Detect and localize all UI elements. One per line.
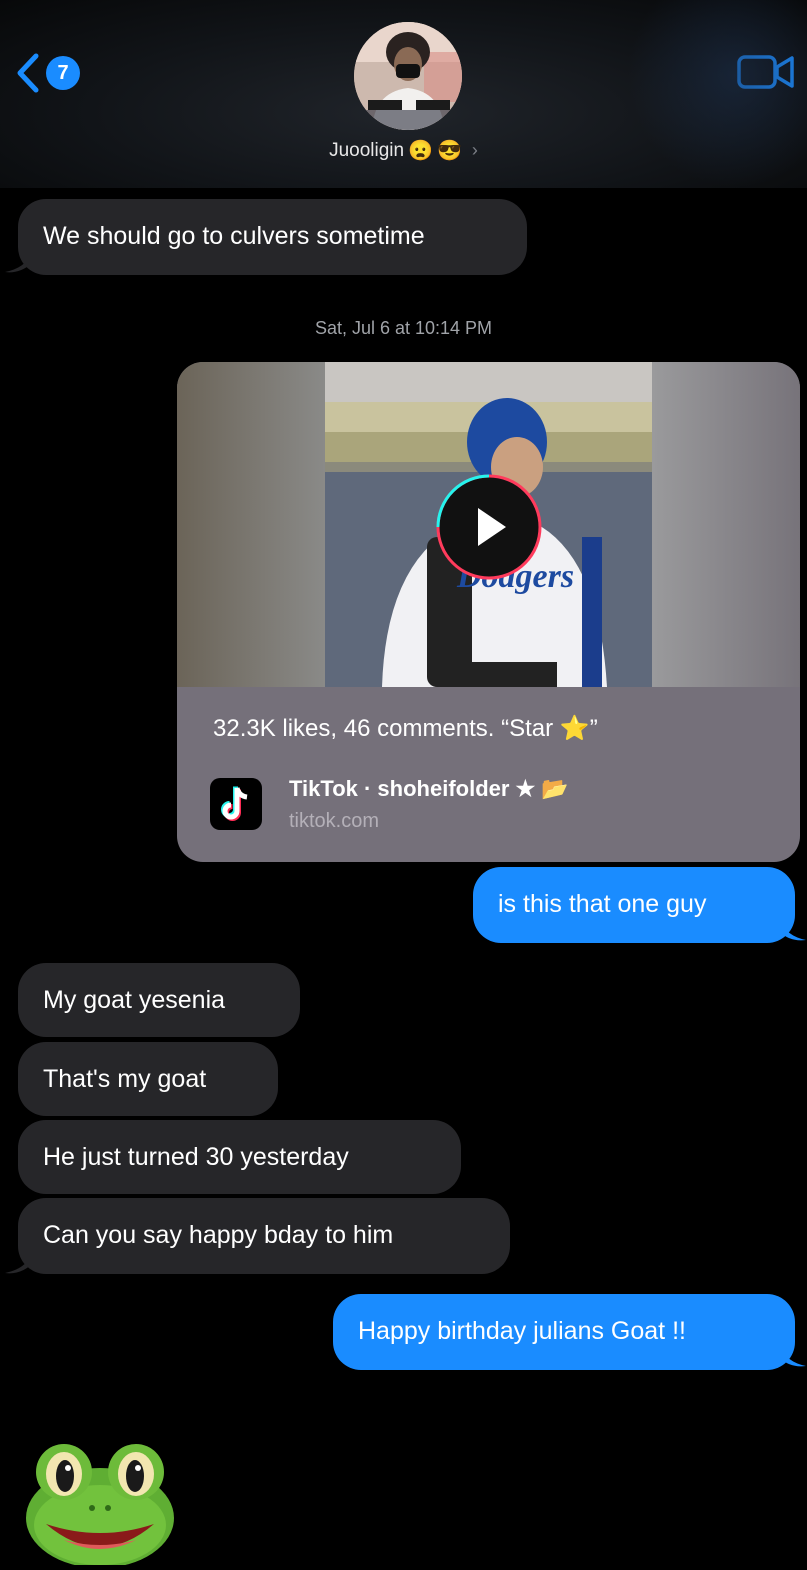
- contact-name-row[interactable]: Juooligin 😦 😎 ›: [0, 138, 807, 163]
- message-text: He just turned 30 yesterday: [43, 1143, 349, 1171]
- link-domain: tiktok.com: [289, 810, 380, 832]
- message-text: That's my goat: [43, 1065, 207, 1093]
- message-bubble-incoming[interactable]: We should go to culvers sometime: [18, 199, 527, 275]
- message-text: Can you say happy bday to him: [43, 1221, 394, 1249]
- link-description: 32.3K likes, 46 comments. “Star ⭐”: [213, 715, 598, 742]
- video-thumbnail[interactable]: Dodgers: [177, 362, 800, 687]
- contact-name: Juooligin: [329, 139, 405, 161]
- link-preview-card[interactable]: Dodgers 32.3K likes, 46 comments. “Star …: [177, 362, 800, 862]
- contact-emoji-2: 😎: [437, 140, 462, 162]
- message-bubble-outgoing[interactable]: is this that one guy: [473, 867, 795, 943]
- frog-sticker[interactable]: [20, 1430, 180, 1568]
- message-bubble-incoming[interactable]: That's my goat: [18, 1042, 278, 1116]
- contact-emoji-1: 😦: [408, 140, 433, 162]
- link-title: TikTok · shoheifolder ★ 📂: [289, 776, 569, 801]
- message-bubble-outgoing[interactable]: Happy birthday julians Goat !!: [333, 1294, 795, 1370]
- timestamp: Sat, Jul 6 at 10:14 PM: [314, 318, 493, 338]
- play-icon[interactable]: [434, 472, 544, 582]
- back-button[interactable]: 7: [16, 52, 96, 94]
- message-text: We should go to culvers sometime: [43, 222, 425, 250]
- message-bubble-incoming[interactable]: Can you say happy bday to him: [18, 1198, 510, 1274]
- message-bubble-incoming[interactable]: He just turned 30 yesterday: [18, 1120, 461, 1194]
- message-text: Happy birthday julians Goat !!: [358, 1317, 686, 1345]
- tiktok-icon: [210, 778, 262, 830]
- video-camera-icon: [737, 55, 794, 89]
- message-bubble-incoming[interactable]: My goat yesenia: [18, 963, 300, 1037]
- message-text: My goat yesenia: [43, 986, 226, 1014]
- conversation-header: 7 Juooligin 😦 😎 ›: [0, 0, 807, 188]
- chevron-right-icon: ›: [471, 140, 478, 160]
- unread-count-badge: 7: [46, 56, 80, 90]
- back-chevron-icon: [17, 53, 39, 93]
- contact-avatar[interactable]: [354, 22, 462, 130]
- facetime-button[interactable]: [737, 54, 795, 95]
- message-text: is this that one guy: [498, 890, 707, 918]
